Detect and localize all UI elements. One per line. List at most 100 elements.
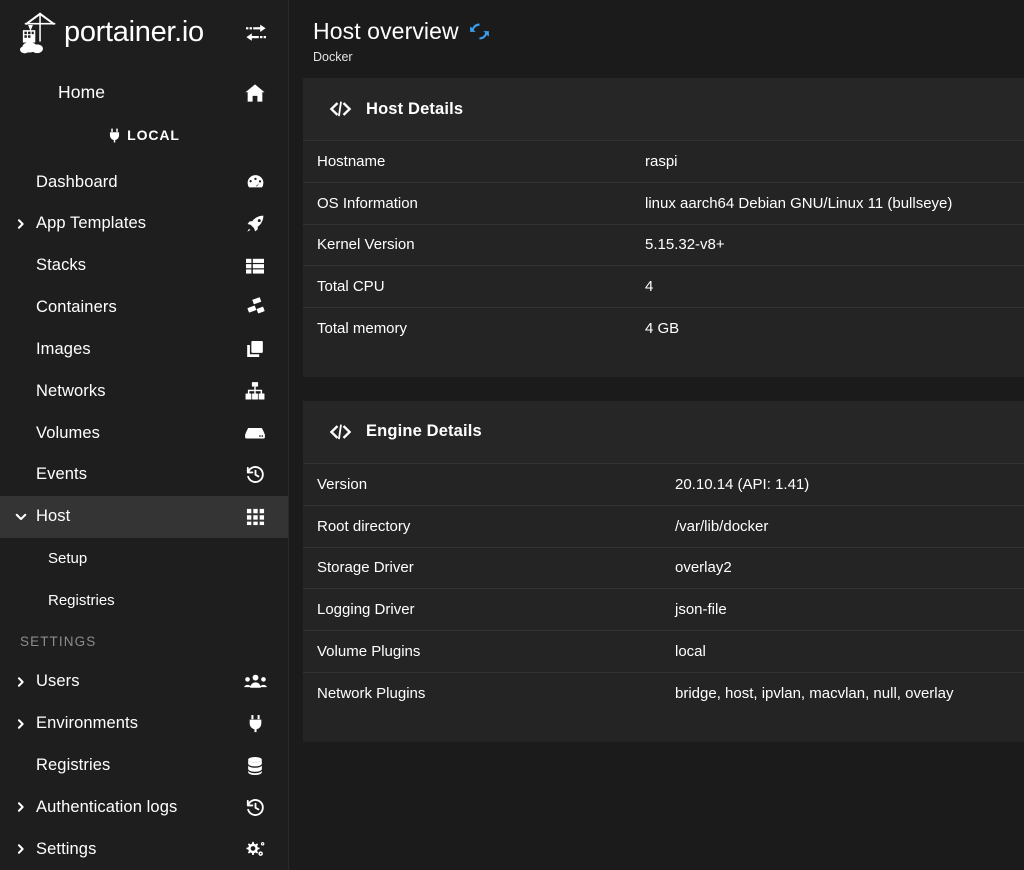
- row-key: Volume Plugins: [317, 643, 421, 661]
- sidebar-item-label-stacks: Stacks: [36, 256, 87, 275]
- chevron-right-icon[interactable]: [10, 676, 32, 688]
- table-row: Hostname raspi: [303, 140, 1024, 182]
- sidebar-subitem-registries[interactable]: Registries: [0, 579, 288, 621]
- engine-details-rows: Version 20.10.14 (API: 1.41) Root direct…: [303, 462, 1024, 742]
- copy-images-icon: [242, 339, 268, 359]
- chevron-right-icon[interactable]: [10, 801, 32, 813]
- sidebar-item-label-settings-registries: Registries: [36, 756, 111, 775]
- cogs-icon: [242, 839, 268, 859]
- table-row: Storage Driver overlay2: [303, 546, 1024, 589]
- sidebar-item-stacks[interactable]: Stacks: [0, 245, 288, 287]
- table-row: Logging Driver json-file: [303, 588, 1024, 630]
- sidebar-item-label-home: Home: [58, 82, 106, 103]
- row-key: Version: [317, 475, 368, 493]
- home-icon: [242, 82, 268, 104]
- containers-icon: [242, 297, 268, 318]
- table-row: Volume Plugins local: [303, 630, 1024, 672]
- host-details-rows: Hostname raspi OS Information linux aarc…: [303, 140, 1024, 377]
- sidebar-item-images[interactable]: Images: [0, 329, 288, 371]
- sidebar-item-containers[interactable]: Containers: [0, 287, 288, 329]
- row-value: 4 GB: [645, 320, 680, 338]
- sidebar-item-label-volumes: Volumes: [36, 423, 100, 442]
- sidebar-item-home[interactable]: Home: [0, 66, 288, 120]
- sidebar-subitem-setup[interactable]: Setup: [0, 538, 288, 580]
- row-key: Kernel Version: [317, 236, 415, 254]
- row-value: overlay2: [675, 559, 732, 577]
- page-subtitle: Docker: [313, 50, 353, 64]
- chevron-right-icon[interactable]: [10, 843, 32, 855]
- table-row: Network Plugins bridge, host, ipvlan, ma…: [303, 671, 1024, 714]
- code-brackets-icon: [329, 424, 352, 440]
- sidebar-subitem-label-registries: Registries: [48, 591, 115, 609]
- plug-icon: [242, 714, 268, 733]
- portainer-app: portainer.io Home LOCAL Dashboard App Te…: [0, 0, 1024, 870]
- chevron-right-icon[interactable]: [10, 718, 32, 730]
- engine-details-panel: Engine Details Version 20.10.14 (API: 1.…: [303, 400, 1024, 742]
- sidebar-item-label-environments: Environments: [36, 714, 139, 733]
- page-header: Host overview Docker: [289, 0, 1024, 78]
- sidebar-item-label-app-templates: App Templates: [36, 214, 147, 233]
- sidebar-item-networks[interactable]: Networks: [0, 370, 288, 412]
- row-value: 5.15.32-v8+: [645, 236, 725, 254]
- sidebar-subitem-label-setup: Setup: [48, 549, 88, 567]
- chevron-down-icon[interactable]: [10, 511, 32, 522]
- row-key: Hostname: [317, 152, 386, 170]
- volumes-hdd-icon: [242, 426, 268, 441]
- brand-logo[interactable]: portainer.io: [20, 11, 242, 55]
- sidebar-item-settings-registries[interactable]: Registries: [0, 745, 288, 787]
- sidebar-item-label-users: Users: [36, 672, 80, 691]
- grid-squares-icon: [242, 507, 268, 526]
- engine-details-panel-title: Engine Details: [366, 422, 482, 441]
- dashboard-gauge-icon: [242, 172, 268, 193]
- page-title: Host overview: [313, 18, 459, 44]
- row-value: bridge, host, ipvlan, macvlan, null, ove…: [675, 684, 954, 702]
- sidebar-item-label-dashboard: Dashboard: [36, 172, 118, 191]
- database-stack-icon: [242, 756, 268, 776]
- row-key: Total CPU: [317, 278, 385, 296]
- environment-selector-local[interactable]: LOCAL: [0, 119, 288, 151]
- table-row: Root directory /var/lib/docker: [303, 504, 1024, 547]
- sidebar-item-authentication-logs[interactable]: Authentication logs: [0, 786, 288, 828]
- layers-grid-icon: [242, 257, 268, 275]
- sidebar-item-app-templates[interactable]: App Templates: [0, 203, 288, 245]
- sidebar-item-users[interactable]: Users: [0, 661, 288, 703]
- table-row: Kernel Version 5.15.32-v8+: [303, 223, 1024, 266]
- environment-name: LOCAL: [127, 127, 180, 144]
- code-brackets-icon: [329, 101, 352, 117]
- rocket-icon: [242, 213, 268, 234]
- row-key: Total memory: [317, 320, 408, 338]
- table-row: Total CPU 4: [303, 265, 1024, 307]
- sidebar-section-settings: SETTINGS: [20, 633, 97, 649]
- brand-name: portainer.io: [64, 16, 204, 49]
- table-row: OS Information linux aarch64 Debian GNU/…: [303, 181, 1024, 224]
- sidebar: portainer.io Home LOCAL Dashboard App Te…: [0, 0, 289, 870]
- row-key: Logging Driver: [317, 601, 415, 619]
- row-key: OS Information: [317, 194, 418, 212]
- sidebar-item-label-settings: Settings: [36, 839, 97, 858]
- row-key: Network Plugins: [317, 684, 426, 702]
- sidebar-item-events[interactable]: Events: [0, 454, 288, 496]
- row-key: Storage Driver: [317, 559, 414, 577]
- network-sitemap-icon: [242, 381, 268, 401]
- sidebar-item-label-host: Host: [36, 507, 71, 526]
- page-title-row: Host overview: [313, 18, 1000, 45]
- row-key: Root directory: [317, 517, 411, 535]
- table-row: Version 20.10.14 (API: 1.41): [303, 462, 1024, 505]
- sidebar-item-settings[interactable]: Settings: [0, 828, 288, 870]
- users-group-icon: [242, 673, 268, 690]
- host-details-panel: Host Details Hostname raspi OS Informati…: [303, 78, 1024, 377]
- sidebar-item-environments[interactable]: Environments: [0, 703, 288, 745]
- row-value: 4: [645, 278, 654, 296]
- host-details-panel-header: Host Details: [303, 78, 1024, 140]
- sync-refresh-icon[interactable]: [469, 21, 491, 43]
- portainer-crane-logo-icon: [20, 11, 62, 55]
- sidebar-brand: portainer.io: [0, 0, 288, 66]
- sidebar-item-host[interactable]: Host: [0, 495, 288, 538]
- chevron-right-icon[interactable]: [10, 218, 32, 230]
- sidebar-item-label-images: Images: [36, 339, 91, 358]
- sidebar-item-volumes[interactable]: Volumes: [0, 412, 288, 454]
- exchange-arrows-icon[interactable]: [242, 21, 270, 45]
- sidebar-item-dashboard[interactable]: Dashboard: [0, 161, 288, 203]
- history-clock-icon: [242, 464, 268, 485]
